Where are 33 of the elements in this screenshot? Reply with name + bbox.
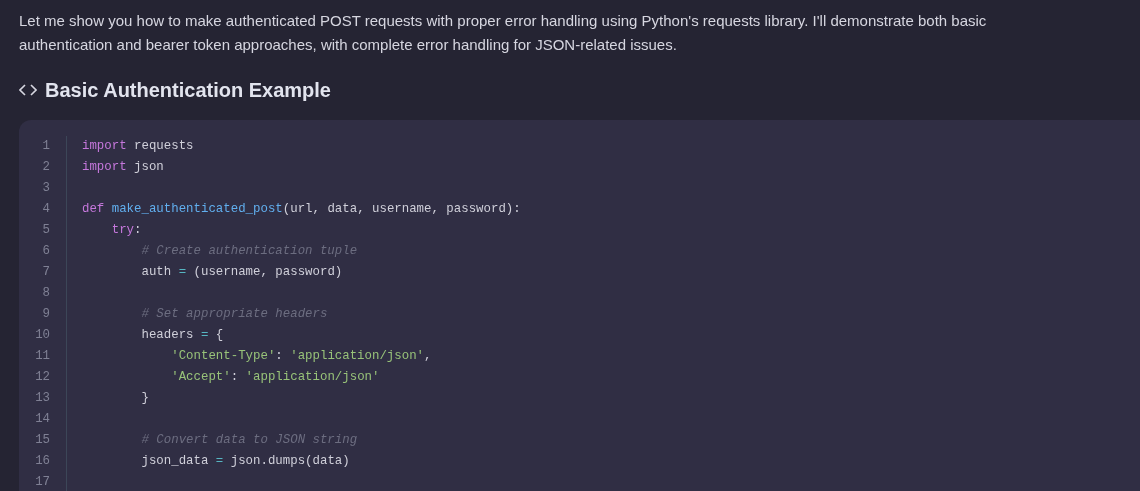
code-line: import json <box>82 159 165 176</box>
code-line: def make_authenticated_post(url, data, username, password): <box>82 201 521 218</box>
line-number: 1 <box>41 138 51 155</box>
code-line: # Convert data to JSON string <box>140 432 359 449</box>
code-line: auth = (username, password) <box>140 264 344 281</box>
line-number: 3 <box>41 180 51 197</box>
code-line: 'Accept': 'application/json' <box>170 369 381 386</box>
line-number: 8 <box>41 285 51 302</box>
section-heading: Basic Authentication Example <box>45 78 331 103</box>
code-line: try: <box>110 222 143 239</box>
code-line: # Set appropriate headers <box>140 306 329 323</box>
line-number: 13 <box>34 390 51 407</box>
code-line: import requests <box>82 138 195 155</box>
code-line: 'Content-Type': 'application/json', <box>170 348 433 365</box>
code-line: } <box>140 390 150 407</box>
line-number: 5 <box>41 222 51 239</box>
code-icon <box>19 84 37 96</box>
line-number: 6 <box>41 243 51 260</box>
line-number: 7 <box>41 264 51 281</box>
line-number: 10 <box>34 327 51 344</box>
line-number: 9 <box>41 306 51 323</box>
code-line: json_data = json.dumps(data) <box>140 453 351 470</box>
line-number: 12 <box>34 369 51 386</box>
line-number: 14 <box>34 411 51 428</box>
code-line: headers = { <box>140 327 225 344</box>
line-number: 16 <box>34 453 51 470</box>
line-number: 11 <box>34 348 51 365</box>
line-number: 17 <box>34 474 51 491</box>
line-number: 4 <box>41 201 51 218</box>
line-number: 2 <box>41 159 51 176</box>
line-number: 15 <box>34 432 51 449</box>
intro-paragraph: Let me show you how to make authenticated POST requests with proper error handling using Python's requests library. I'll demonstrate both basic authentication and bearer token approaches, with complete error handling for JSON-related issues. <box>19 11 988 55</box>
code-line: # Create authentication tuple <box>140 243 359 260</box>
